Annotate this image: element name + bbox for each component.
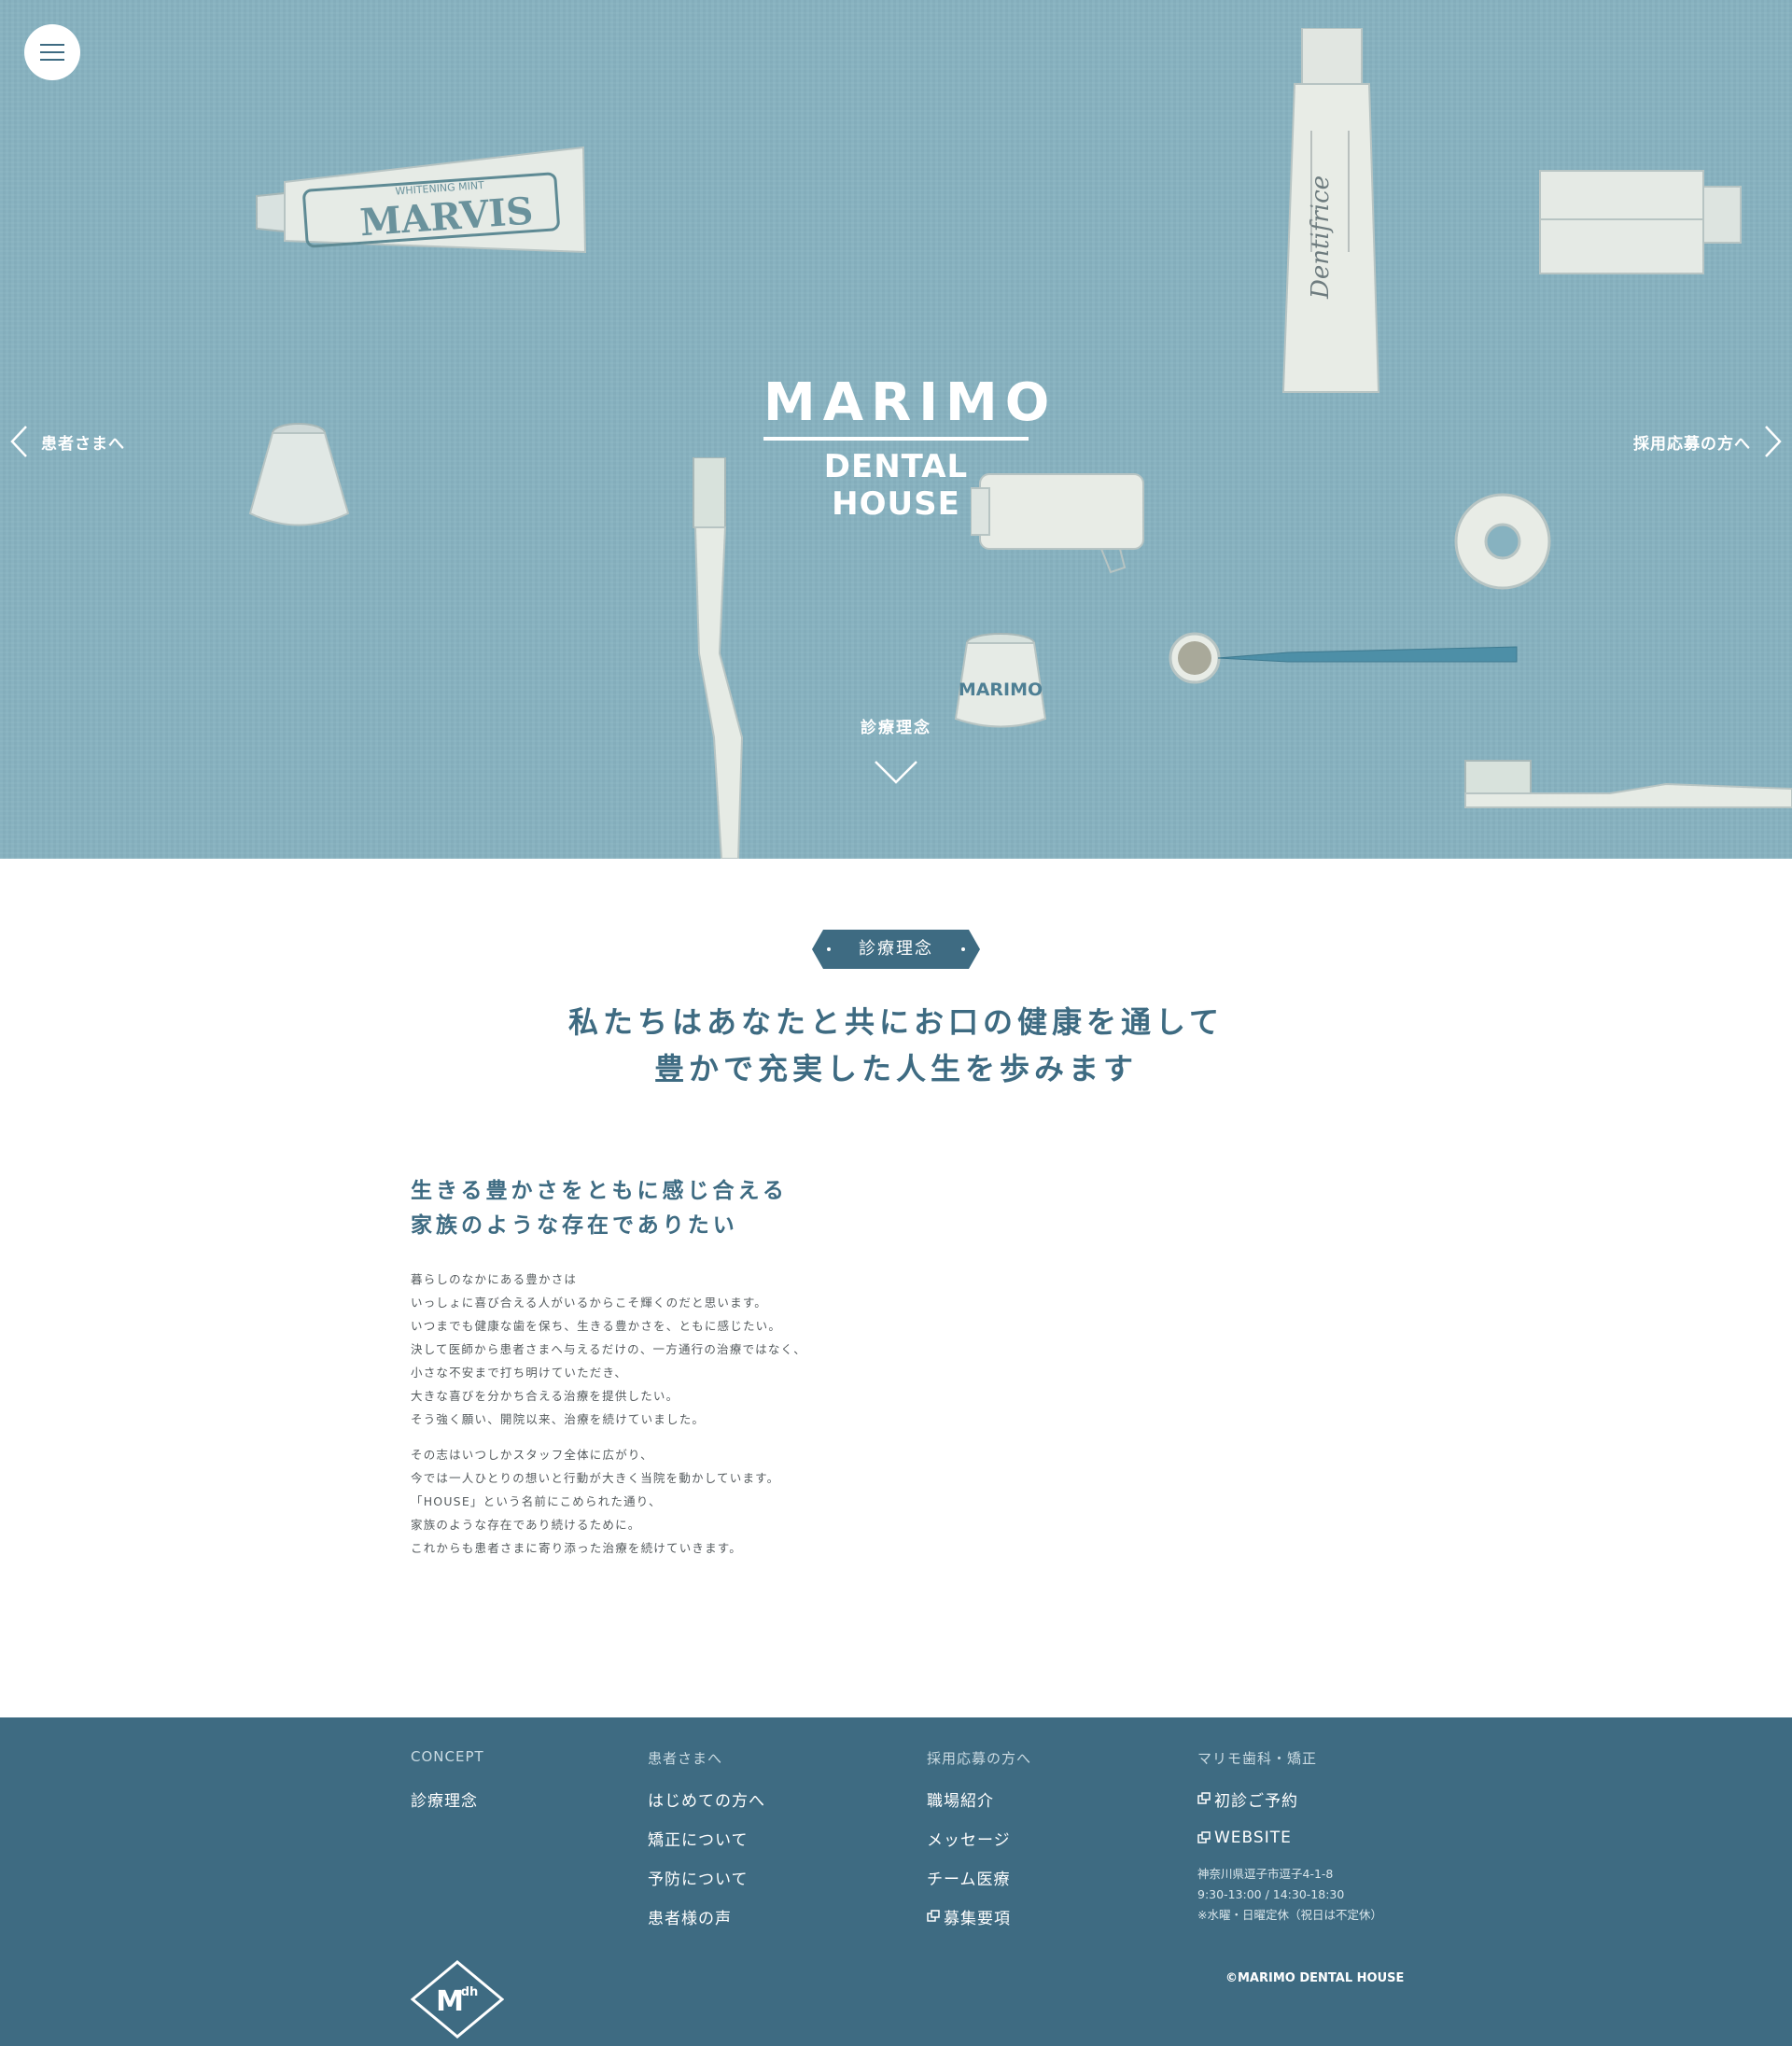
nav-recruit-label: 採用応募の方へ bbox=[1633, 434, 1751, 454]
concept-lead-line2: 豊かで充実した人生を歩みます bbox=[653, 1051, 1138, 1086]
footer-col-heading: 患者さまへ bbox=[648, 1750, 723, 1767]
footer-link-workplace[interactable]: 職場紹介 bbox=[927, 1787, 1031, 1811]
footer-link-reservation[interactable]: 初診ご予約 bbox=[1197, 1787, 1382, 1811]
footer-link-orthodontics[interactable]: 矯正について bbox=[648, 1827, 765, 1850]
paragraph-line: これからも患者さまに寄り添った治療を続けていきます。 bbox=[411, 1541, 742, 1555]
footer-link-label: チーム医療 bbox=[927, 1870, 1011, 1889]
nav-recruit-link[interactable]: 採用応募の方へ bbox=[1633, 425, 1783, 458]
copyright: ©MARIMO DENTAL HOUSE bbox=[1225, 1971, 1405, 1985]
concept-badge-label: 診療理念 bbox=[859, 939, 933, 959]
toothpaste-box-illustration bbox=[1539, 170, 1742, 274]
footer-col-heading: 採用応募の方へ bbox=[927, 1750, 1032, 1767]
footer-link-prevention[interactable]: 予防について bbox=[648, 1866, 765, 1889]
site-footer: CONCEPT 診療理念 患者さまへ はじめての方へ 矯正について 予防について… bbox=[0, 1717, 1792, 2046]
nav-patients-link[interactable]: 患者さまへ bbox=[9, 425, 125, 458]
footer-link-team[interactable]: チーム医療 bbox=[927, 1866, 1031, 1889]
concept-paragraph-1: 暮らしのなかにある豊かさは いっしょに喜び合える人がいるからこそ輝くのだと思いま… bbox=[411, 1268, 806, 1431]
footer-col-patients: 患者さまへ はじめての方へ 矯正について 予防について 患者様の声 bbox=[648, 1748, 765, 1928]
paragraph-line: 暮らしのなかにある豊かさは bbox=[411, 1272, 578, 1286]
concept-body: 暮らしのなかにある豊かさは いっしょに喜び合える人がいるからこそ輝くのだと思いま… bbox=[411, 1268, 806, 1572]
footer-link-label: メッセージ bbox=[927, 1830, 1011, 1850]
scroll-to-concept[interactable]: 診療理念 bbox=[849, 714, 943, 784]
footer-col-heading: CONCEPT bbox=[411, 1748, 484, 1765]
paragraph-line: いつまでも健康な歯を保ち、生きる豊かさを、ともに感じたい。 bbox=[411, 1319, 782, 1333]
footer-logo-letter: M bbox=[436, 1985, 464, 2018]
footer-link-website[interactable]: WEBSITE bbox=[1197, 1827, 1382, 1849]
scroll-label: 診療理念 bbox=[861, 719, 931, 737]
footer-link-label: 初診ご予約 bbox=[1214, 1791, 1298, 1811]
concept-lead-line1: 私たちはあなたと共にお口の健康を通して bbox=[567, 1004, 1225, 1040]
paragraph-line: 今では一人ひとりの想いと行動が大きく当院を動かしています。 bbox=[411, 1471, 780, 1485]
footer-link-label: 患者様の声 bbox=[648, 1909, 732, 1928]
hamburger-menu-icon bbox=[40, 44, 64, 46]
paragraph-line: 決して医師から患者さまへ与えるだけの、一方通行の治療ではなく、 bbox=[411, 1342, 806, 1356]
paragraph-line: 「HOUSE」という名前にこめられた通り、 bbox=[411, 1494, 662, 1508]
footer-col-heading: マリモ歯科・矯正 bbox=[1197, 1750, 1318, 1767]
footer-link-label: WEBSITE bbox=[1214, 1829, 1292, 1847]
footer-link-testimonials[interactable]: 患者様の声 bbox=[648, 1905, 765, 1928]
concept-lead: 私たちはあなたと共にお口の健康を通して 豊かで充実した人生を歩みます bbox=[429, 999, 1363, 1092]
concept-sub-line2: 家族のような存在でありたい bbox=[411, 1213, 738, 1238]
marvis-toothpaste-illustration: MARVIS WHITENING MINT bbox=[256, 146, 587, 254]
chevron-right-icon bbox=[1765, 426, 1782, 457]
concept-paragraph-2: その志はいつしかスタッフ全体に広がり、 今では一人ひとりの想いと行動が大きく当院… bbox=[411, 1443, 806, 1560]
footer-link-label: はじめての方へ bbox=[648, 1791, 765, 1811]
external-link-icon bbox=[1197, 1792, 1211, 1804]
footer-link-first-visit[interactable]: はじめての方へ bbox=[648, 1787, 765, 1811]
floss-ring-illustration bbox=[1454, 493, 1551, 590]
nav-patients-label: 患者さまへ bbox=[41, 434, 125, 454]
chevron-left-icon bbox=[10, 426, 27, 457]
marimo-cup-text: MARIMO bbox=[959, 680, 1043, 700]
footer-link-message[interactable]: メッセージ bbox=[927, 1827, 1031, 1850]
footer-link-concept[interactable]: 診療理念 bbox=[411, 1787, 484, 1811]
paragraph-line: 家族のような存在であり続けるために。 bbox=[411, 1518, 641, 1532]
logo-rule bbox=[763, 437, 1029, 441]
marimo-cup-illustration: MARIMO bbox=[954, 633, 1047, 728]
dentifrice-tube-illustration: Dentifrice bbox=[1281, 28, 1380, 393]
concept-sub-line1: 生きる豊かさをともに感じ合える bbox=[411, 1179, 788, 1203]
footer-link-label: 矯正について bbox=[648, 1830, 749, 1850]
toothbrush-horizontal-illustration bbox=[1464, 760, 1792, 808]
footer-link-job-listing[interactable]: 募集要項 bbox=[927, 1905, 1031, 1928]
concept-badge: 診療理念 bbox=[812, 930, 980, 969]
chevron-down-icon bbox=[875, 761, 917, 784]
hero-section: MARVIS WHITENING MINT Dentifrice MARIMO bbox=[0, 0, 1792, 859]
paragraph-line: 小さな不安まで打ち明けていただき、 bbox=[411, 1366, 628, 1380]
toothbrush-holder-illustration bbox=[248, 423, 350, 526]
footer-link-label: 診療理念 bbox=[411, 1791, 478, 1811]
footer-col-clinic: マリモ歯科・矯正 初診ご予約 WEBSITE 神奈川県逗子市逗子4-1-8 9:… bbox=[1197, 1748, 1382, 1926]
external-link-icon bbox=[927, 1910, 940, 1922]
hero-logo: MARIMO DENTAL HOUSE bbox=[763, 372, 1057, 523]
paragraph-line: いっしょに喜び合える人がいるからこそ輝くのだと思います。 bbox=[411, 1296, 767, 1310]
clinic-closed-days: ※水曜・日曜定休（祝日は不定休） bbox=[1197, 1908, 1382, 1922]
logo-line2: DENTAL HOUSE bbox=[823, 448, 969, 523]
logo-line1: MARIMO bbox=[763, 372, 1057, 433]
clinic-info: 神奈川県逗子市逗子4-1-8 9:30-13:00 / 14:30-18:30 … bbox=[1197, 1864, 1382, 1926]
paragraph-line: そう強く願い、開院以来、治療を続けていました。 bbox=[411, 1412, 706, 1426]
clinic-hours: 9:30-13:00 / 14:30-18:30 bbox=[1197, 1887, 1345, 1901]
concept-subheading: 生きる豊かさをともに感じ合える 家族のような存在でありたい bbox=[411, 1174, 788, 1243]
footer-col-recruit: 採用応募の方へ 職場紹介 メッセージ チーム医療 募集要項 bbox=[927, 1748, 1032, 1928]
paragraph-line: 大きな喜びを分かち合える治療を提供したい。 bbox=[411, 1389, 679, 1403]
footer-link-label: 予防について bbox=[648, 1870, 749, 1889]
dental-mirror-illustration bbox=[1169, 632, 1518, 684]
footer-logo-sup: dh bbox=[461, 1985, 479, 1999]
hamburger-menu-button[interactable] bbox=[24, 24, 80, 80]
external-link-icon bbox=[1197, 1831, 1211, 1843]
footer-col-concept: CONCEPT 診療理念 bbox=[411, 1748, 484, 1811]
clinic-address: 神奈川県逗子市逗子4-1-8 bbox=[1197, 1867, 1334, 1881]
toothbrush-vertical-illustration bbox=[693, 457, 744, 859]
paragraph-line: その志はいつしかスタッフ全体に広がり、 bbox=[411, 1448, 653, 1462]
footer-link-label: 職場紹介 bbox=[927, 1791, 994, 1811]
mdh-logo-icon[interactable]: M dh bbox=[411, 1960, 504, 2039]
footer-link-label: 募集要項 bbox=[944, 1909, 1011, 1928]
